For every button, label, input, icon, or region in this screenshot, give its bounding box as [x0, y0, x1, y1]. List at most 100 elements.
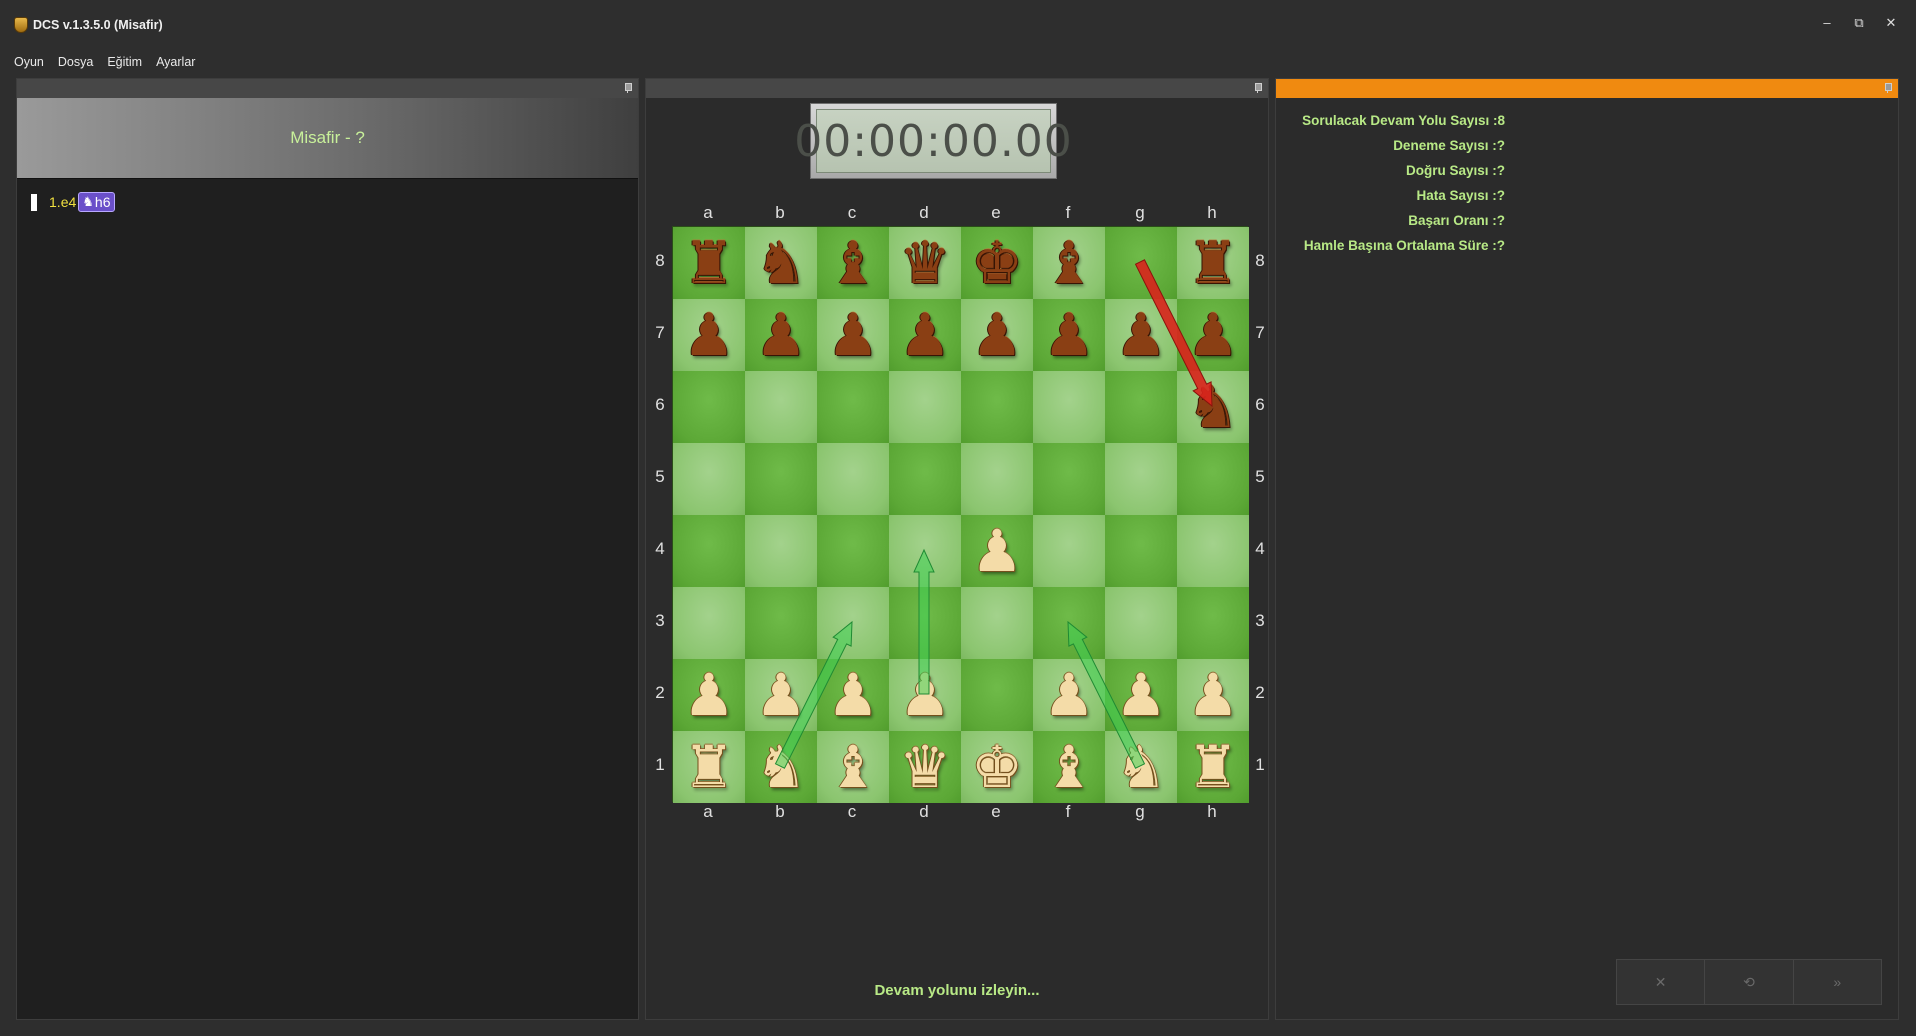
square-a6[interactable]: [673, 371, 745, 443]
square-h6[interactable]: ♞: [1177, 371, 1249, 443]
square-e4[interactable]: ♟: [961, 515, 1033, 587]
white-pawn-icon[interactable]: ♟: [755, 666, 807, 724]
black-bishop-icon[interactable]: ♝: [827, 234, 879, 292]
square-h2[interactable]: ♟: [1177, 659, 1249, 731]
square-e2[interactable]: [961, 659, 1033, 731]
black-rook-icon[interactable]: ♜: [1187, 234, 1239, 292]
refresh-button[interactable]: ⟲: [1705, 960, 1794, 1004]
square-c8[interactable]: ♝: [817, 227, 889, 299]
square-h3[interactable]: [1177, 587, 1249, 659]
white-bishop-icon[interactable]: ♝: [827, 738, 879, 796]
square-h8[interactable]: ♜: [1177, 227, 1249, 299]
move-white[interactable]: e4: [61, 194, 77, 210]
white-rook-icon[interactable]: ♜: [1187, 738, 1239, 796]
square-a1[interactable]: ♜: [673, 731, 745, 803]
black-pawn-icon[interactable]: ♟: [1043, 306, 1095, 364]
white-pawn-icon[interactable]: ♟: [1043, 666, 1095, 724]
pin-icon[interactable]: [623, 82, 632, 94]
square-a3[interactable]: [673, 587, 745, 659]
white-pawn-icon[interactable]: ♟: [827, 666, 879, 724]
square-d3[interactable]: [889, 587, 961, 659]
square-f3[interactable]: [1033, 587, 1105, 659]
black-knight-icon[interactable]: ♞: [755, 234, 807, 292]
square-e6[interactable]: [961, 371, 1033, 443]
square-d1[interactable]: ♛: [889, 731, 961, 803]
square-a5[interactable]: [673, 443, 745, 515]
square-b5[interactable]: [745, 443, 817, 515]
white-pawn-icon[interactable]: ♟: [899, 666, 951, 724]
white-pawn-icon[interactable]: ♟: [1115, 666, 1167, 724]
square-c6[interactable]: [817, 371, 889, 443]
minimize-icon[interactable]: –: [1820, 16, 1834, 30]
square-f4[interactable]: [1033, 515, 1105, 587]
square-f1[interactable]: ♝: [1033, 731, 1105, 803]
pin-icon[interactable]: [1253, 82, 1262, 94]
pin-icon[interactable]: [1883, 82, 1892, 94]
black-pawn-icon[interactable]: ♟: [971, 306, 1023, 364]
square-b7[interactable]: ♟: [745, 299, 817, 371]
white-bishop-icon[interactable]: ♝: [1043, 738, 1095, 796]
black-knight-icon[interactable]: ♞: [1187, 378, 1239, 436]
square-d6[interactable]: [889, 371, 961, 443]
square-e3[interactable]: [961, 587, 1033, 659]
black-pawn-icon[interactable]: ♟: [1187, 306, 1239, 364]
close-button[interactable]: ✕: [1617, 960, 1706, 1004]
white-knight-icon[interactable]: ♞: [1115, 738, 1167, 796]
square-g7[interactable]: ♟: [1105, 299, 1177, 371]
black-pawn-icon[interactable]: ♟: [1115, 306, 1167, 364]
square-a4[interactable]: [673, 515, 745, 587]
square-g4[interactable]: [1105, 515, 1177, 587]
square-b8[interactable]: ♞: [745, 227, 817, 299]
square-b4[interactable]: [745, 515, 817, 587]
square-a2[interactable]: ♟: [673, 659, 745, 731]
square-c2[interactable]: ♟: [817, 659, 889, 731]
square-f8[interactable]: ♝: [1033, 227, 1105, 299]
white-rook-icon[interactable]: ♜: [683, 738, 735, 796]
square-c3[interactable]: [817, 587, 889, 659]
square-c4[interactable]: [817, 515, 889, 587]
square-e1[interactable]: ♚: [961, 731, 1033, 803]
square-f6[interactable]: [1033, 371, 1105, 443]
square-e8[interactable]: ♚: [961, 227, 1033, 299]
black-king-icon[interactable]: ♚: [971, 234, 1023, 292]
square-g5[interactable]: [1105, 443, 1177, 515]
square-g2[interactable]: ♟: [1105, 659, 1177, 731]
square-c7[interactable]: ♟: [817, 299, 889, 371]
square-d4[interactable]: [889, 515, 961, 587]
square-d2[interactable]: ♟: [889, 659, 961, 731]
square-d5[interactable]: [889, 443, 961, 515]
square-f7[interactable]: ♟: [1033, 299, 1105, 371]
square-a8[interactable]: ♜: [673, 227, 745, 299]
square-b2[interactable]: ♟: [745, 659, 817, 731]
square-f5[interactable]: [1033, 443, 1105, 515]
black-pawn-icon[interactable]: ♟: [755, 306, 807, 364]
square-h1[interactable]: ♜: [1177, 731, 1249, 803]
square-d7[interactable]: ♟: [889, 299, 961, 371]
square-e5[interactable]: [961, 443, 1033, 515]
square-c5[interactable]: [817, 443, 889, 515]
menu-dosya[interactable]: Dosya: [52, 54, 99, 74]
square-h7[interactable]: ♟: [1177, 299, 1249, 371]
black-bishop-icon[interactable]: ♝: [1043, 234, 1095, 292]
menu-egitim[interactable]: Eğitim: [101, 54, 148, 74]
black-pawn-icon[interactable]: ♟: [827, 306, 879, 364]
menu-ayarlar[interactable]: Ayarlar: [150, 54, 201, 74]
white-king-icon[interactable]: ♚: [971, 738, 1023, 796]
square-b3[interactable]: [745, 587, 817, 659]
square-g8[interactable]: [1105, 227, 1177, 299]
square-g3[interactable]: [1105, 587, 1177, 659]
square-c1[interactable]: ♝: [817, 731, 889, 803]
square-a7[interactable]: ♟: [673, 299, 745, 371]
square-d8[interactable]: ♛: [889, 227, 961, 299]
move-current[interactable]: ♞ h6: [78, 192, 115, 212]
square-g1[interactable]: ♞: [1105, 731, 1177, 803]
black-rook-icon[interactable]: ♜: [683, 234, 735, 292]
black-pawn-icon[interactable]: ♟: [683, 306, 735, 364]
black-pawn-icon[interactable]: ♟: [899, 306, 951, 364]
square-h5[interactable]: [1177, 443, 1249, 515]
square-b6[interactable]: [745, 371, 817, 443]
white-pawn-icon[interactable]: ♟: [683, 666, 735, 724]
white-pawn-icon[interactable]: ♟: [971, 522, 1023, 580]
black-queen-icon[interactable]: ♛: [899, 234, 951, 292]
white-knight-icon[interactable]: ♞: [755, 738, 807, 796]
